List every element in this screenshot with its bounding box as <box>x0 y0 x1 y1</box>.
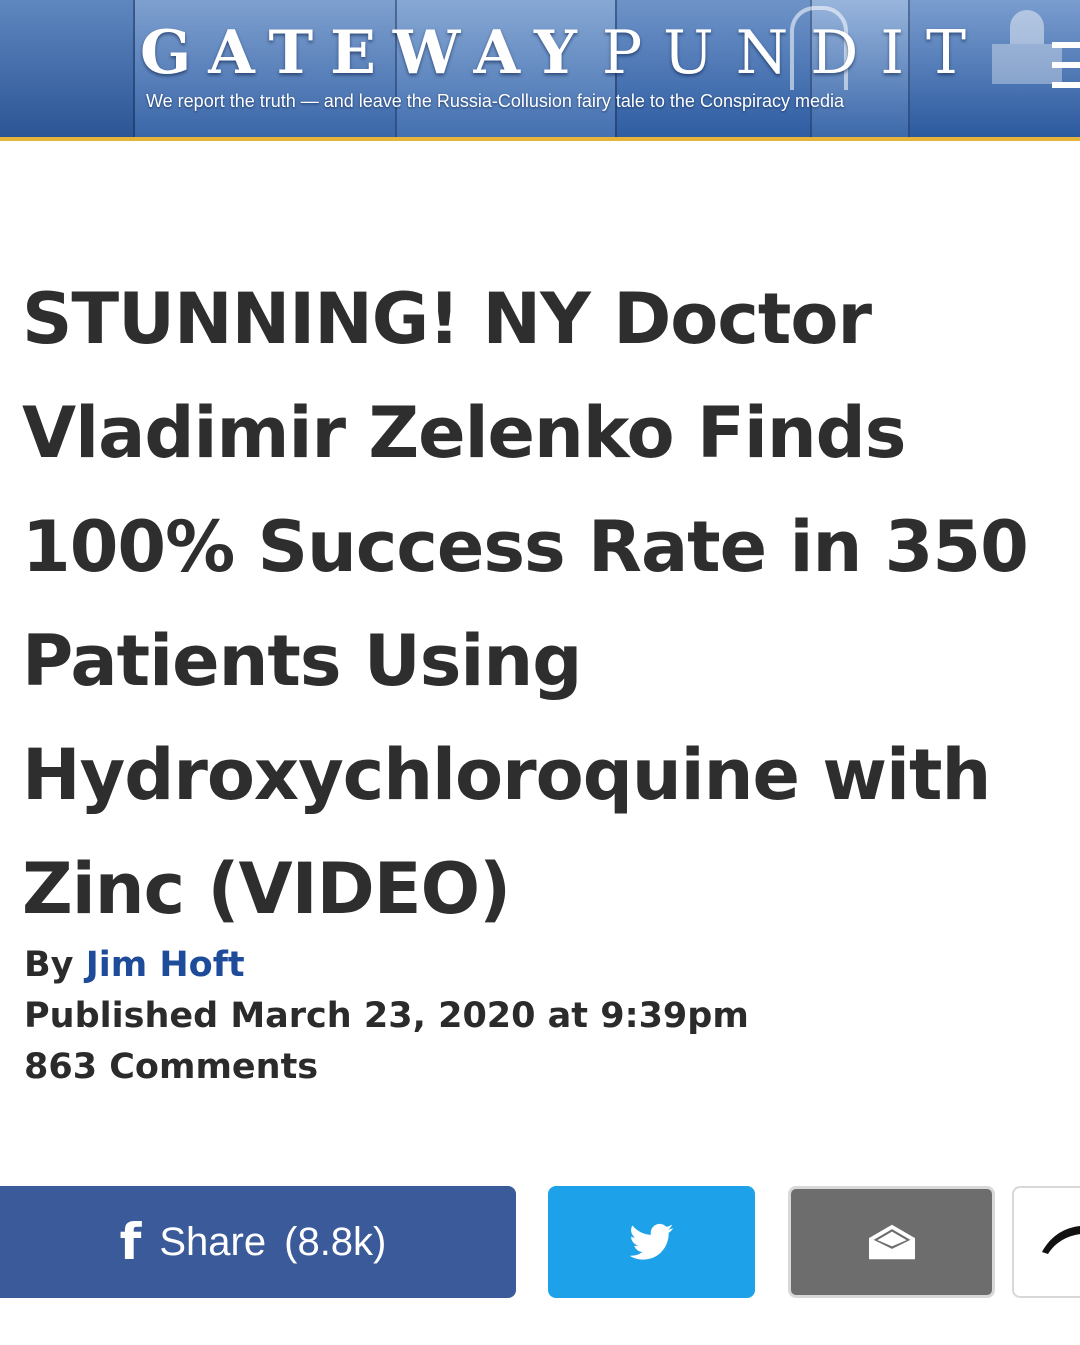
more-share-button[interactable] <box>1012 1186 1080 1298</box>
hamburger-menu-icon[interactable] <box>1052 42 1080 94</box>
envelope-open-icon <box>868 1224 915 1260</box>
twitter-share-button[interactable] <box>548 1186 755 1298</box>
email-share-button[interactable] <box>788 1186 995 1298</box>
byline: By Jim Hoft <box>24 940 749 991</box>
twitter-bird-icon <box>629 1223 673 1260</box>
facebook-share-label: Share <box>159 1219 267 1264</box>
comments-count-link[interactable]: 863 Comments <box>24 1042 749 1093</box>
page: GATEWAY PUNDIT We report the truth — and … <box>0 0 1080 1345</box>
share-arrow-icon <box>1042 1226 1080 1254</box>
facebook-share-button[interactable]: f Share (8.8k) <box>0 1186 516 1298</box>
capitol-dome-icon <box>1010 10 1044 44</box>
article-headline: STUNNING! NY Doctor Vladimir Zelenko Fin… <box>22 278 1029 930</box>
site-logo-word-pundit: PUNDIT <box>601 18 989 88</box>
site-logo-word-gateway: GATEWAY <box>140 18 594 88</box>
site-tagline: We report the truth — and leave the Russ… <box>146 91 845 111</box>
site-header-banner[interactable]: GATEWAY PUNDIT We report the truth — and … <box>0 0 1080 137</box>
banner-photo-collage <box>0 0 135 137</box>
facebook-icon: f <box>119 1213 142 1271</box>
byline-label: By <box>24 945 74 985</box>
author-link[interactable]: Jim Hoft <box>86 945 245 985</box>
article-meta: By Jim Hoft Published March 23, 2020 at … <box>24 940 749 1093</box>
banner-divider <box>133 0 135 137</box>
publish-date: Published March 23, 2020 at 9:39pm <box>24 996 749 1036</box>
header-accent-border <box>0 137 1080 141</box>
facebook-share-count: (8.8k) <box>284 1219 387 1264</box>
site-logo[interactable]: GATEWAY PUNDIT <box>140 20 988 86</box>
